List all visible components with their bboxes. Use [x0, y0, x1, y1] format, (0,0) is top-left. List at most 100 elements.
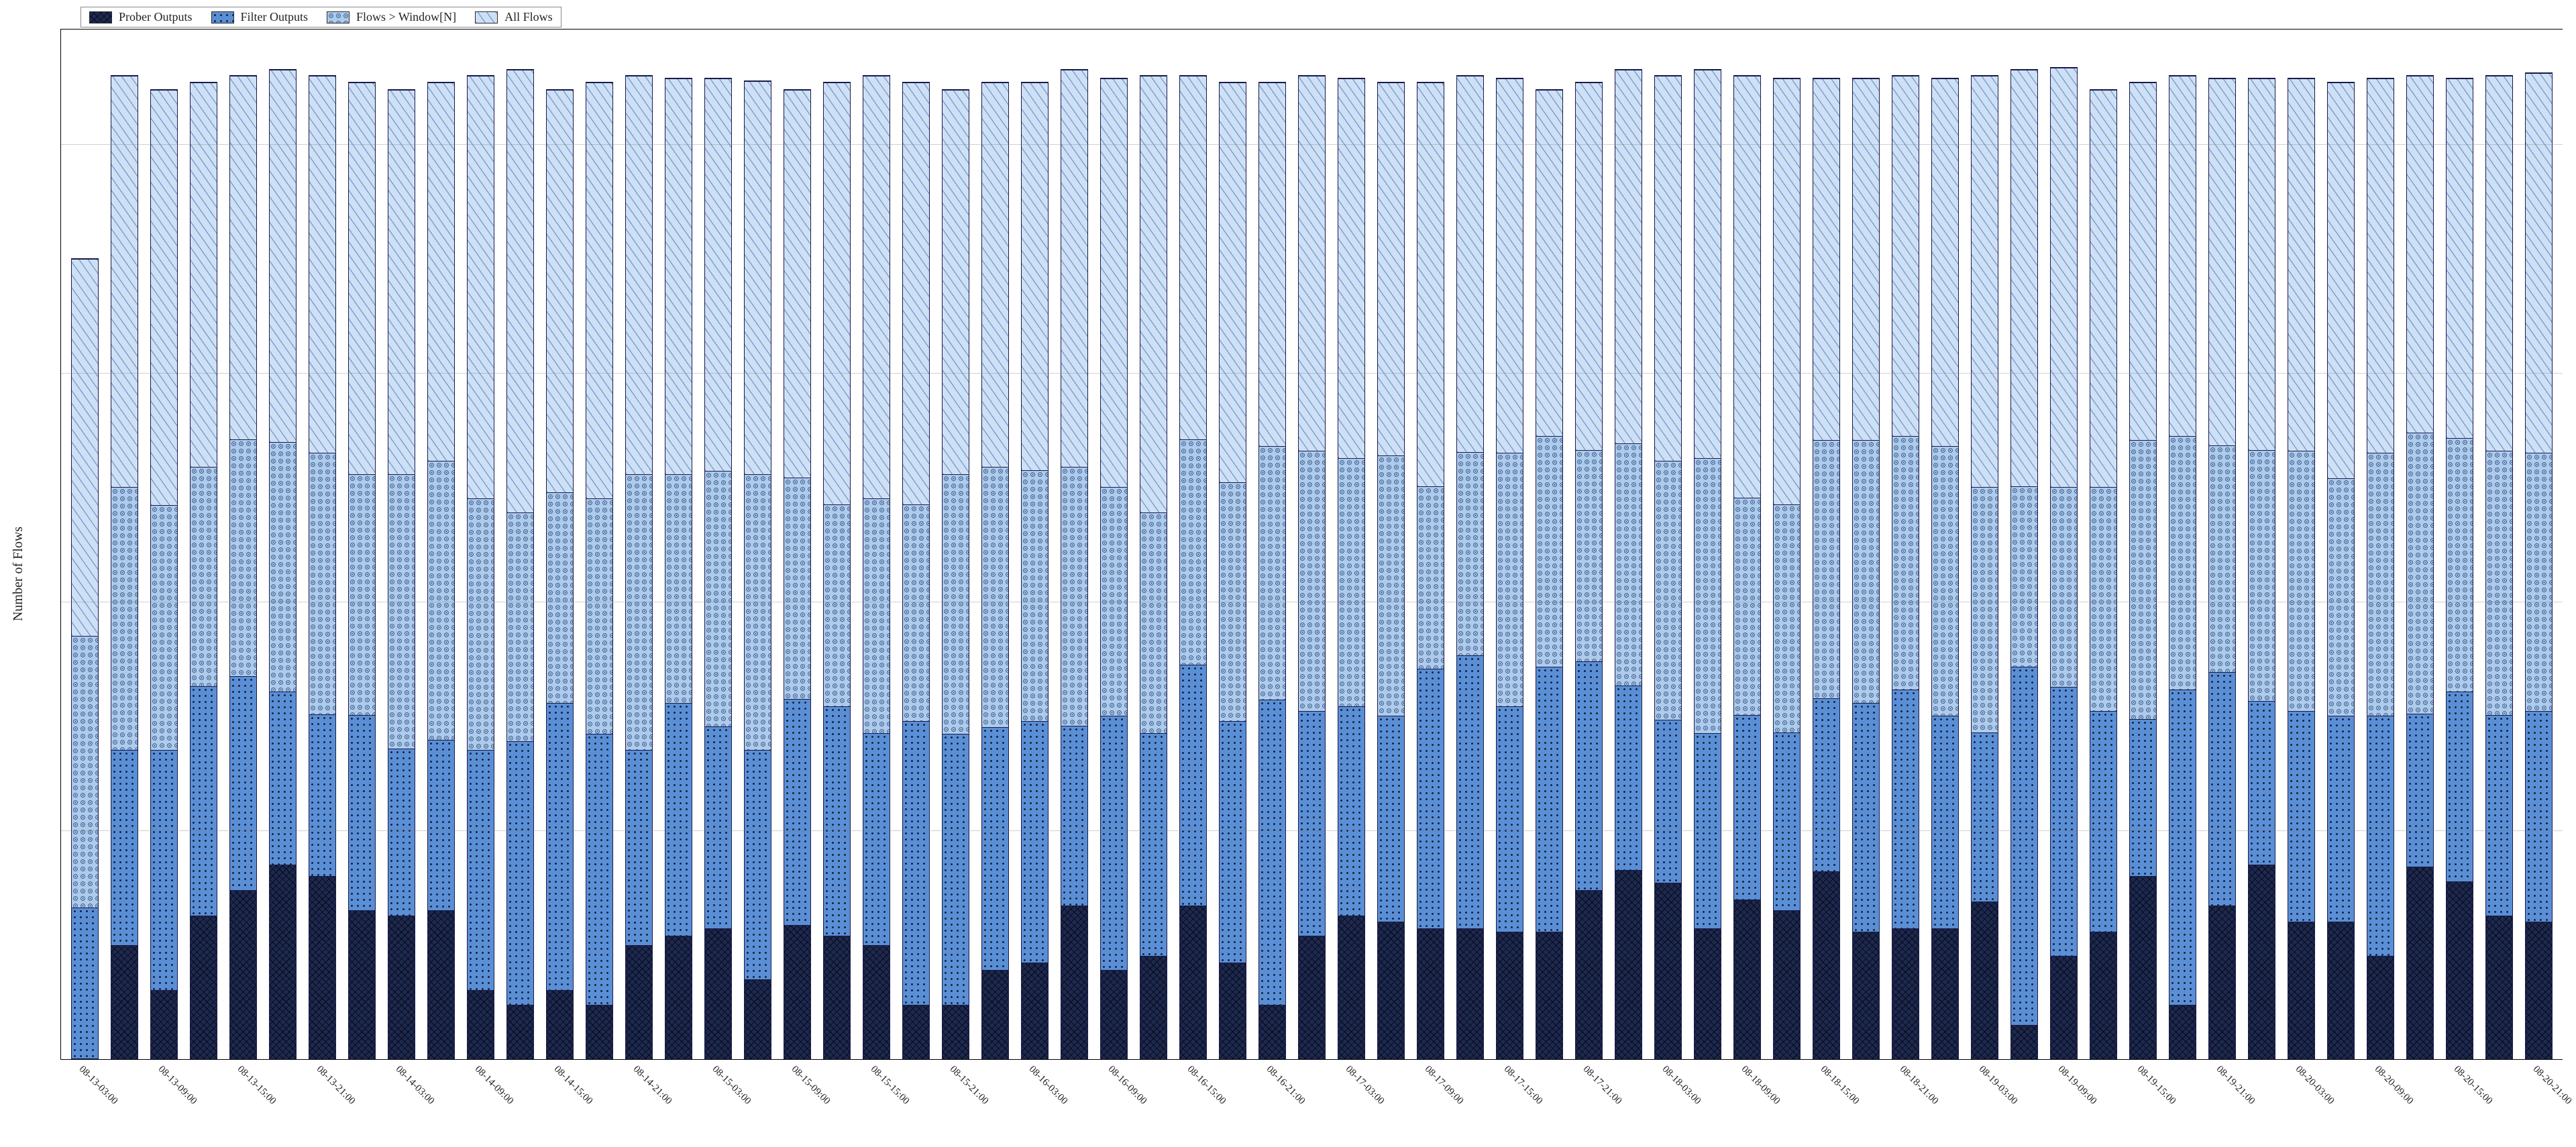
x-tick: 08-15-15:00	[856, 1060, 896, 1140]
bar	[348, 82, 375, 1059]
bar-slot	[2440, 30, 2479, 1059]
bar	[2406, 75, 2433, 1059]
bar-seg-prober	[2051, 956, 2076, 1059]
bar-slot	[2202, 30, 2242, 1059]
bar-seg-window	[705, 471, 731, 726]
bar-seg-window	[1497, 453, 1522, 706]
bar-seg-window	[547, 492, 572, 703]
x-tick	[737, 1060, 777, 1140]
x-tick: 08-16-15:00	[1173, 1060, 1212, 1140]
bar-seg-all	[2447, 78, 2472, 438]
bar-seg-window	[2328, 478, 2353, 716]
bar-seg-window	[1378, 455, 1403, 716]
plot-area: 10⁰10²10⁴10⁶10⁸	[60, 29, 2563, 1060]
bar-seg-filter	[1972, 732, 1997, 902]
bar-seg-all	[1022, 83, 1047, 471]
x-tick: 08-20-15:00	[2440, 1060, 2479, 1140]
bar	[1536, 89, 1562, 1059]
bar-seg-all	[943, 90, 968, 474]
bar-seg-filter	[2486, 715, 2512, 916]
bar-seg-prober	[1853, 932, 1878, 1059]
bar-seg-prober	[1220, 963, 1245, 1059]
x-tick: 08-15-09:00	[777, 1060, 816, 1140]
bar	[744, 80, 771, 1059]
bar-seg-filter	[1378, 716, 1403, 922]
bar-slot	[65, 30, 105, 1059]
bar-slot	[2361, 30, 2400, 1059]
bar-seg-all	[151, 90, 176, 505]
bar-slot	[1450, 30, 1490, 1059]
bars-group	[61, 30, 2563, 1059]
bar-slot	[698, 30, 738, 1059]
bar-slot	[1213, 30, 1252, 1059]
bar-slot	[540, 30, 580, 1059]
bar-seg-prober	[1338, 916, 1364, 1059]
bar	[704, 78, 731, 1059]
bar-seg-filter	[2288, 711, 2314, 922]
bar	[2485, 75, 2512, 1059]
bar-seg-prober	[2367, 956, 2393, 1059]
bar-seg-all	[1140, 76, 1166, 512]
bar-seg-window	[1813, 440, 1839, 698]
bar	[1971, 75, 1998, 1059]
chart-legend: Prober Outputs Filter Outputs Flows > Wi…	[80, 7, 561, 28]
bar-seg-window	[2407, 433, 2432, 714]
bar-seg-window	[1457, 452, 1483, 655]
y-tick-label: 10⁴	[60, 596, 61, 608]
bar-seg-prober	[1536, 932, 1562, 1059]
y-tick-label: 10²	[60, 824, 61, 836]
x-tick	[1450, 1060, 1490, 1140]
bar	[2248, 78, 2275, 1059]
x-tick-label: 08-20-21:00	[2530, 1064, 2573, 1107]
bar	[1021, 82, 1048, 1059]
bar-seg-filter	[428, 740, 453, 910]
bar-seg-filter	[2447, 692, 2472, 881]
bar-seg-window	[1259, 446, 1285, 700]
x-tick: 08-15-03:00	[698, 1060, 737, 1140]
bar-seg-prober	[1695, 928, 1720, 1059]
bar-seg-window	[72, 636, 97, 908]
bar-seg-window	[1615, 443, 1641, 686]
bar-seg-filter	[2169, 690, 2195, 1004]
bar-slot	[1925, 30, 1965, 1059]
bar-slot	[857, 30, 896, 1059]
bar-seg-filter	[1813, 698, 1839, 871]
bar-seg-prober	[1417, 928, 1443, 1059]
bar-seg-all	[1417, 83, 1443, 486]
bar-seg-filter	[1417, 669, 1443, 928]
bar-slot	[1490, 30, 1529, 1059]
x-tick	[896, 1060, 935, 1140]
x-tick: 08-19-03:00	[1965, 1060, 2004, 1140]
bar-seg-all	[2367, 78, 2393, 453]
bar-seg-window	[943, 474, 968, 734]
bar-seg-all	[2051, 68, 2076, 487]
bar-seg-prober	[547, 990, 572, 1059]
x-tick: 08-16-09:00	[1093, 1060, 1133, 1140]
bar-seg-window	[468, 498, 493, 751]
bar-seg-window	[2526, 453, 2551, 710]
x-tick: 08-14-15:00	[539, 1060, 579, 1140]
x-tick	[1688, 1060, 1727, 1140]
bar-slot	[1371, 30, 1411, 1059]
bar	[1773, 78, 1800, 1059]
chart-container: Number of Flows Prober Outputs Filter Ou…	[7, 7, 2563, 1140]
bar-slot	[303, 30, 342, 1059]
bar-seg-all	[270, 70, 295, 441]
bar-seg-filter	[72, 908, 97, 1058]
bar-seg-all	[2328, 83, 2353, 478]
bar-slot	[105, 30, 144, 1059]
bar	[1377, 82, 1404, 1059]
bar-seg-filter	[468, 750, 493, 990]
x-tick	[500, 1060, 539, 1140]
bar-seg-filter	[2249, 701, 2274, 865]
bar-seg-prober	[824, 936, 849, 1059]
x-tick	[341, 1060, 381, 1140]
x-tick: 08-17-21:00	[1569, 1060, 1609, 1140]
bar-seg-prober	[2288, 922, 2314, 1059]
bar-seg-filter	[2407, 714, 2432, 867]
bar-seg-filter	[1140, 733, 1166, 956]
bar-seg-prober	[2407, 867, 2432, 1059]
bar-seg-window	[1655, 461, 1680, 720]
bar-seg-window	[1180, 439, 1205, 665]
x-tick: 08-18-21:00	[1886, 1060, 1925, 1140]
